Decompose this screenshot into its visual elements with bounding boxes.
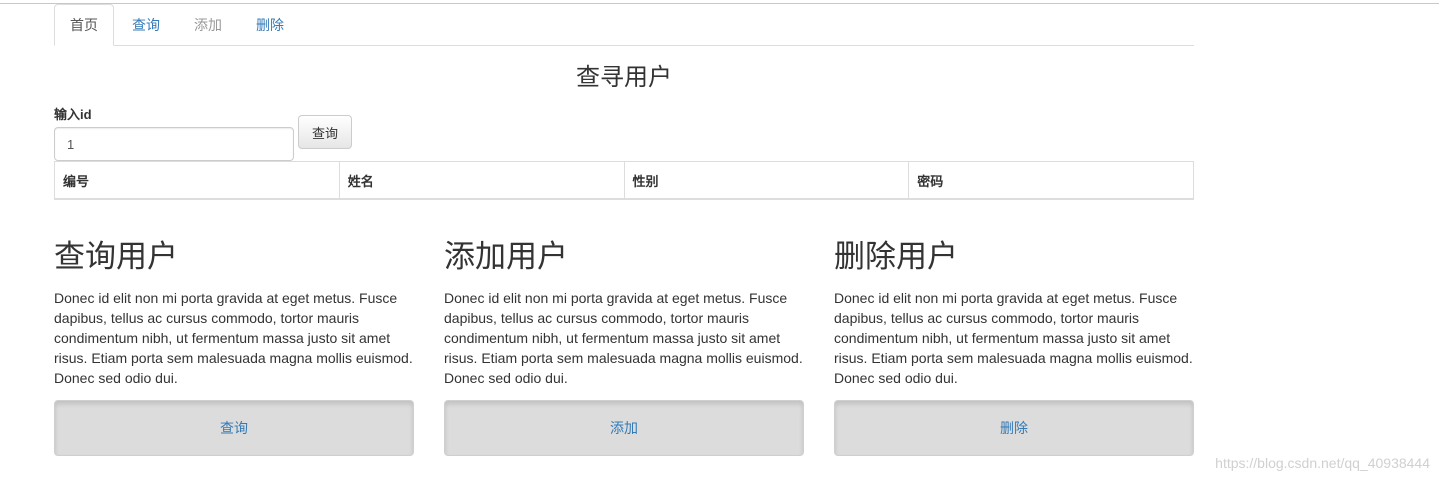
feature-cards: 查询用户 Donec id elit non mi porta gravida … (54, 236, 1194, 456)
card-add-user: 添加用户 Donec id elit non mi porta gravida … (444, 236, 804, 456)
tab-home[interactable]: 首页 (54, 4, 114, 46)
card-description: Donec id elit non mi porta gravida at eg… (444, 290, 803, 386)
column-header-gender: 性别 (623, 161, 910, 200)
table-header-row: 编号 姓名 性别 密码 (54, 161, 1194, 200)
main-container: 首页 查询 添加 删除 查寻用户 输入id 查询 编号 姓名 性别 密码 查询用… (54, 4, 1194, 456)
watermark-text: https://blog.csdn.net/qq_40938444 (1215, 455, 1430, 471)
id-input[interactable] (54, 127, 294, 161)
card-title: 删除用户 (834, 239, 958, 274)
card-delete-user: 删除用户 Donec id elit non mi porta gravida … (834, 236, 1194, 456)
tab-delete[interactable]: 删除 (240, 4, 300, 45)
card-query-button[interactable]: 查询 (54, 400, 414, 456)
query-button[interactable]: 查询 (298, 115, 352, 149)
card-delete-button[interactable]: 删除 (834, 400, 1194, 456)
column-header-password: 密码 (908, 161, 1194, 200)
column-header-id: 编号 (54, 161, 340, 200)
nav-tabs: 首页 查询 添加 删除 (54, 4, 1194, 46)
card-description: Donec id elit non mi porta gravida at eg… (834, 290, 1193, 386)
tab-query[interactable]: 查询 (116, 4, 176, 45)
card-add-button[interactable]: 添加 (444, 400, 804, 456)
column-header-name: 姓名 (338, 161, 625, 200)
id-input-label: 输入id (54, 107, 92, 122)
card-query-user: 查询用户 Donec id elit non mi porta gravida … (54, 236, 414, 456)
users-table: 编号 姓名 性别 密码 (54, 161, 1194, 200)
search-section-title: 查寻用户 (576, 64, 672, 91)
card-title: 查询用户 (54, 239, 178, 274)
card-description: Donec id elit non mi porta gravida at eg… (54, 290, 413, 386)
card-title: 添加用户 (444, 239, 568, 274)
tab-add[interactable]: 添加 (178, 4, 238, 45)
